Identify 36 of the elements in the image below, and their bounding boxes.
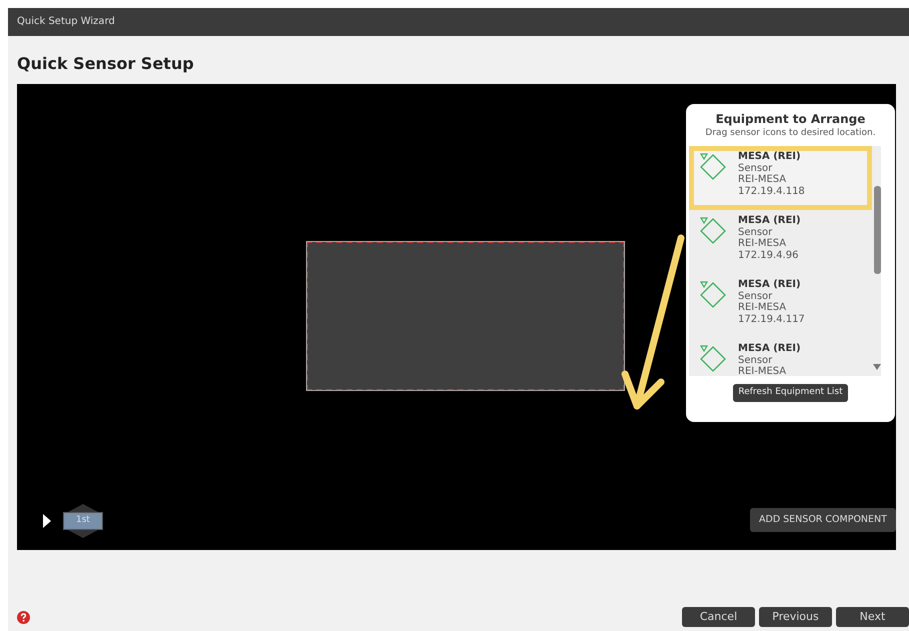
device-name: MESA (REI)	[738, 279, 802, 290]
device-model: REI-MESA	[738, 238, 788, 250]
sensor-icon[interactable]	[698, 215, 728, 245]
device-name: MESA (REI)	[738, 151, 802, 162]
device-model: REI-MESA	[738, 174, 788, 186]
footer-button[interactable]: Next	[836, 607, 909, 627]
device-model: REI-MESA	[738, 366, 788, 376]
window-title: Quick Setup Wizard	[8, 8, 909, 36]
ip-address: 172.19.4.96	[738, 250, 800, 261]
scroll-down-icon[interactable]	[873, 364, 881, 370]
device-name: MESA (REI)	[738, 343, 801, 354]
footer-button[interactable]: Previous	[759, 607, 832, 627]
device-type: Sensor	[738, 226, 774, 238]
device-type: Sensor	[738, 162, 774, 174]
page-heading: Quick Sensor Setup	[17, 54, 195, 74]
device-type: Sensor	[738, 354, 774, 366]
device-model: REI-MESA	[738, 302, 788, 314]
ip-address: 172.19.4.118	[738, 186, 805, 197]
panel-title: Equipment to Arrange	[714, 112, 866, 127]
add-sensor-button[interactable]: ADD SENSOR COMPONENT	[750, 508, 896, 532]
equipment-item[interactable]: MESA (REI) Sensor REI-MESA 172.19.4.117	[689, 274, 872, 338]
equipment-item[interactable]: MESA (REI) Sensor REI-MESA 172.19.4.96	[689, 210, 872, 274]
help-icon[interactable]	[17, 610, 30, 624]
refresh-button[interactable]: Refresh Equipment List	[733, 384, 848, 402]
scrollbar-thumb[interactable]	[874, 186, 881, 274]
sensor-icon[interactable]	[698, 279, 728, 309]
ip-address: 172.19.4.117	[738, 314, 805, 325]
device-type: Sensor	[738, 290, 774, 302]
footer-button[interactable]: Cancel	[682, 607, 755, 627]
room-area[interactable]	[306, 241, 625, 391]
sensor-icon[interactable]	[698, 151, 728, 181]
equipment-item[interactable]: MESA (REI) Sensor REI-MESA 172.19.4.118	[689, 146, 872, 210]
equipment-item[interactable]: MESA (REI) Sensor REI-MESA	[689, 338, 872, 376]
panel-subtitle: Drag sensor icons to desired location.	[704, 127, 877, 139]
device-name: MESA (REI)	[738, 215, 801, 226]
sensor-icon[interactable]	[698, 343, 728, 373]
